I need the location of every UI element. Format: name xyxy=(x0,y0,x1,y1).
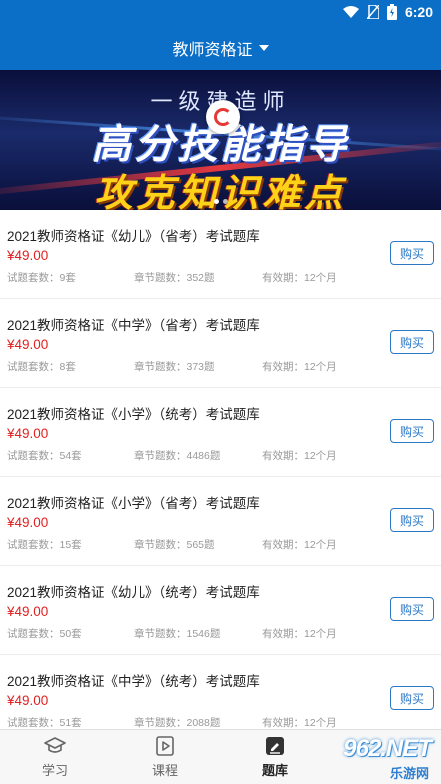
item-price: ¥49.00 xyxy=(7,515,49,530)
item-validity: 有效期：12个月 xyxy=(262,717,337,729)
site-watermark: 962.NET 乐游网 xyxy=(337,733,437,781)
item-title: 2021教师资格证《幼儿》（省考）考试题库 xyxy=(7,229,260,244)
item-sets: 试题套数：50套 xyxy=(7,628,82,640)
list-item[interactable]: 2021教师资格证《幼儿》（统考）考试题库 ¥49.00 试题套数：50套 章节… xyxy=(0,566,441,655)
tab-label: 学习 xyxy=(41,763,68,778)
item-chapters: 章节题数：352题 xyxy=(134,272,215,284)
item-title: 2021教师资格证《中学》（统考）考试题库 xyxy=(7,674,260,689)
list-item[interactable]: 2021教师资格证《中学》（省考）考试题库 ¥49.00 试题套数：8套 章节题… xyxy=(0,299,441,388)
battery-icon xyxy=(386,4,397,20)
question-bank-list: 2021教师资格证《幼儿》（省考）考试题库 ¥49.00 试题套数：9套 章节题… xyxy=(0,210,441,730)
video-play-icon xyxy=(156,736,174,756)
item-chapters: 章节题数：1546题 xyxy=(134,628,221,640)
pagination-dot[interactable] xyxy=(213,199,219,204)
item-chapters: 章节题数：4486题 xyxy=(134,450,221,462)
list-item[interactable]: 2021教师资格证《小学》（统考）考试题库 ¥49.00 试题套数：54套 章节… xyxy=(0,388,441,477)
buy-button[interactable]: 购买 xyxy=(390,508,434,532)
loading-spinner-icon xyxy=(206,100,240,134)
promo-banner[interactable]: 一级建造师 高分技能指导 攻克知识难点 xyxy=(0,70,441,210)
item-sets: 试题套数：51套 xyxy=(7,717,82,729)
item-validity: 有效期：12个月 xyxy=(262,361,337,373)
tab-label: 课程 xyxy=(151,763,178,778)
item-validity: 有效期：12个月 xyxy=(262,628,337,640)
item-price: ¥49.00 xyxy=(7,693,49,708)
item-sets: 试题套数：9套 xyxy=(7,272,76,284)
buy-button[interactable]: 购买 xyxy=(390,419,434,443)
item-sets: 试题套数：15套 xyxy=(7,539,82,551)
edit-pen-icon xyxy=(266,737,284,755)
item-title: 2021教师资格证《中学》（省考）考试题库 xyxy=(7,318,260,333)
header: 教师资格证 xyxy=(0,26,441,70)
tab-question-bank[interactable]: 题库 xyxy=(220,730,330,784)
item-validity: 有效期：12个月 xyxy=(262,450,337,462)
graduation-cap-icon xyxy=(44,737,66,753)
pagination-dot[interactable] xyxy=(222,199,228,204)
status-time: 6:20 xyxy=(404,4,433,20)
caret-down-icon[interactable] xyxy=(258,45,269,51)
item-price: ¥49.00 xyxy=(7,248,49,263)
item-title: 2021教师资格证《幼儿》（统考）考试题库 xyxy=(7,585,260,600)
item-price: ¥49.00 xyxy=(7,426,49,441)
category-selector[interactable]: 教师资格证 xyxy=(172,36,252,60)
item-title: 2021教师资格证《小学》（省考）考试题库 xyxy=(7,496,260,511)
watermark-text: 962.NET xyxy=(343,735,432,762)
wifi-icon xyxy=(342,6,359,18)
item-chapters: 章节题数：373题 xyxy=(134,361,215,373)
tab-study[interactable]: 学习 xyxy=(0,730,110,784)
item-price: ¥49.00 xyxy=(7,604,49,619)
item-validity: 有效期：12个月 xyxy=(262,272,337,284)
list-item[interactable]: 2021教师资格证《幼儿》（省考）考试题库 ¥49.00 试题套数：9套 章节题… xyxy=(0,210,441,299)
list-item[interactable]: 2021教师资格证《小学》（省考）考试题库 ¥49.00 试题套数：15套 章节… xyxy=(0,477,441,566)
item-title: 2021教师资格证《小学》（统考）考试题库 xyxy=(7,407,260,422)
banner-pagination xyxy=(0,199,441,204)
tab-label: 题库 xyxy=(261,763,288,778)
item-sets: 试题套数：8套 xyxy=(7,361,76,373)
item-chapters: 章节题数：565题 xyxy=(134,539,215,551)
list-item[interactable]: 2021教师资格证《中学》（统考）考试题库 ¥49.00 试题套数：51套 章节… xyxy=(0,655,441,730)
item-validity: 有效期：12个月 xyxy=(262,539,337,551)
watermark-subtext: 乐游网 xyxy=(389,766,429,781)
tab-course[interactable]: 课程 xyxy=(110,730,220,784)
no-sim-icon xyxy=(366,5,379,19)
status-bar: 6:20 xyxy=(0,0,441,26)
item-price: ¥49.00 xyxy=(7,337,49,352)
buy-button[interactable]: 购买 xyxy=(390,686,434,710)
buy-button[interactable]: 购买 xyxy=(390,241,434,265)
item-chapters: 章节题数：2088题 xyxy=(134,717,221,729)
item-sets: 试题套数：54套 xyxy=(7,450,82,462)
buy-button[interactable]: 购买 xyxy=(390,597,434,621)
buy-button[interactable]: 购买 xyxy=(390,330,434,354)
